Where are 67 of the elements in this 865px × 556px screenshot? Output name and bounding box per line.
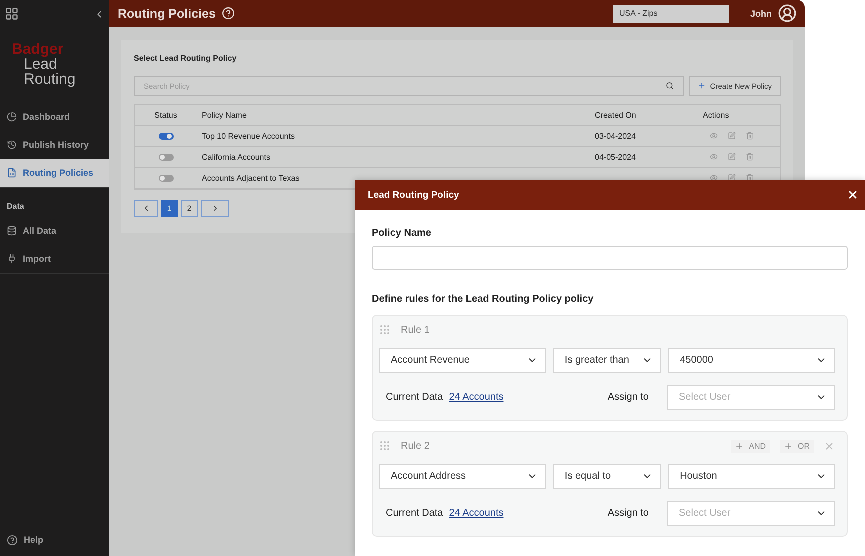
accounts-link[interactable]: 24 Accounts [449, 508, 504, 519]
data-label: Current Data [386, 508, 444, 519]
nav-icon [7, 254, 17, 264]
dialog-title: Lead Routing Policy [368, 190, 460, 200]
operator-select[interactable]: Is greater than [552, 348, 662, 373]
user-name: John [750, 8, 772, 18]
operator-select[interactable]: Is equal to [552, 464, 662, 489]
nav-icon [7, 226, 17, 236]
rules-heading: Define rules for the Lead Routing Policy policy [372, 294, 595, 305]
nav-item[interactable]: All Data [0, 217, 109, 245]
search-icon [666, 82, 674, 90]
plus-icon [735, 442, 744, 450]
status-toggle[interactable] [158, 174, 174, 182]
nav-item[interactable]: Routing Policies [0, 159, 109, 187]
next-page-button[interactable] [201, 200, 229, 217]
value-select[interactable]: 450000 [668, 348, 835, 373]
data-label: Current Data [386, 392, 444, 403]
logo-text: Routing [23, 72, 77, 87]
table-cell-text: 04-05-2024 [594, 152, 637, 162]
logo-text: Lead [24, 57, 58, 72]
panel-title: Select Lead Routing Policy [134, 54, 238, 63]
apps-grid-icon [5, 7, 19, 21]
add-condition-button[interactable]: AND [731, 440, 770, 452]
policy-name-field[interactable] [372, 246, 848, 270]
drag-handle-icon[interactable] [379, 440, 391, 452]
column-header: Status [154, 110, 178, 120]
logo-text: Badger [12, 42, 65, 57]
nav-icon [7, 112, 17, 122]
table-cell-text: Top 10 Revenue Accounts [201, 132, 296, 140]
field-select[interactable]: Account Revenue [379, 348, 546, 373]
add-condition-button[interactable]: OR [780, 440, 814, 452]
nav-icon [7, 140, 17, 150]
assign-label: Assign to [608, 508, 649, 519]
help-icon [7, 534, 18, 546]
section-label: Data [6, 201, 26, 213]
page-title: Routing Policies [118, 6, 216, 20]
previous-page-button[interactable] [134, 200, 158, 217]
table-cell-text: 03-04-2024 [594, 132, 637, 140]
nav-icon [7, 168, 17, 178]
nav-item[interactable]: Dashboard [0, 103, 109, 131]
column-header: Created On [594, 110, 638, 120]
rule-title: Rule 2 [401, 440, 430, 452]
drag-handle-icon[interactable] [379, 324, 391, 336]
field-select[interactable]: Account Address [379, 464, 546, 489]
status-toggle[interactable] [158, 154, 174, 160]
avatar-icon[interactable] [778, 4, 797, 23]
table-cell-text: California Accounts [201, 152, 272, 162]
accounts-link[interactable]: 24 Accounts [449, 392, 504, 403]
table-cell-text: Accounts Adjacent to Texas [201, 174, 301, 182]
remove-rule-icon[interactable] [824, 440, 835, 452]
rule-title: Rule 1 [401, 324, 430, 336]
nav-item[interactable]: Publish History [0, 131, 109, 159]
field-label: Policy Name [372, 228, 432, 239]
column-header: Policy Name [201, 110, 248, 120]
help-link[interactable]: Help [0, 526, 109, 554]
delete-icon[interactable] [746, 174, 754, 182]
help-icon[interactable] [222, 7, 235, 20]
column-header: Actions [702, 110, 730, 120]
close-icon[interactable] [847, 189, 859, 201]
status-toggle[interactable] [158, 132, 174, 140]
plus-icon [698, 82, 706, 90]
plus-icon [784, 442, 793, 450]
region-selector[interactable]: USA - Zips [612, 4, 728, 22]
value-select[interactable]: Houston [668, 464, 835, 489]
assign-label: Assign to [608, 392, 649, 403]
nav-item[interactable]: Import [0, 245, 109, 273]
view-icon[interactable] [710, 174, 718, 182]
